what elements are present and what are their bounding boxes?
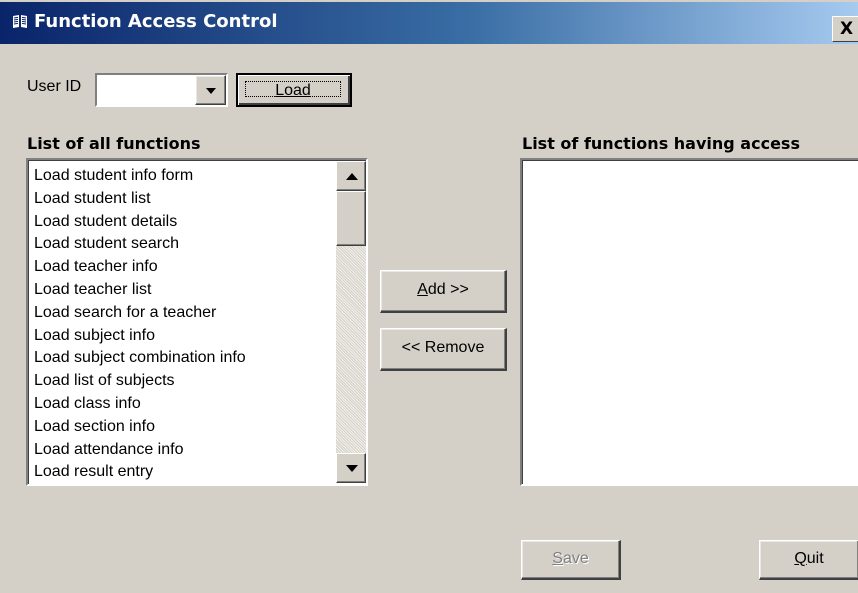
scroll-down-button[interactable] [336, 453, 366, 483]
arrow-up-icon [346, 173, 358, 180]
user-id-label: User ID [27, 78, 82, 95]
list-item[interactable]: Load subject combination info [34, 347, 334, 370]
access-functions-list[interactable] [520, 158, 858, 486]
arrow-down-icon [346, 465, 358, 472]
list-item[interactable]: Load class info [34, 393, 334, 416]
list-item[interactable]: Load section info [34, 416, 334, 439]
access-functions-label: List of functions having access [522, 134, 800, 153]
window-title: Function Access Control [34, 11, 278, 32]
close-icon: X [840, 19, 854, 39]
list-item[interactable]: Load student details [34, 211, 334, 234]
window-top-border [0, 0, 858, 2]
add-label: dd >> [427, 281, 469, 298]
add-button[interactable]: Add >> [380, 270, 507, 313]
load-button-label: Load [245, 81, 341, 99]
chevron-down-icon [205, 88, 216, 94]
list-item[interactable]: Load search for a teacher [34, 302, 334, 325]
scroll-up-button[interactable] [336, 161, 366, 191]
user-id-input[interactable] [97, 75, 195, 105]
list-item[interactable]: Load result entry [34, 461, 334, 484]
save-label: ave [562, 550, 589, 567]
all-functions-scrollbar[interactable] [336, 161, 366, 483]
close-button[interactable]: X [832, 16, 858, 42]
all-functions-label: List of all functions [27, 134, 201, 153]
load-button[interactable]: Load [236, 73, 352, 107]
list-item[interactable]: Load teacher info [34, 256, 334, 279]
quit-mnemonic: Q [794, 550, 807, 567]
user-id-dropdown-button[interactable] [195, 75, 226, 105]
book-icon [12, 13, 28, 29]
all-functions-items: Load student info form Load student list L… [34, 165, 334, 484]
save-button[interactable]: Save [521, 540, 621, 580]
user-id-combobox[interactable] [95, 73, 228, 107]
remove-button[interactable]: << Remove [380, 328, 507, 371]
title-bar: Function Access Control X [0, 0, 858, 44]
list-item[interactable]: Load attendance info [34, 439, 334, 462]
list-item[interactable]: Load teacher list [34, 279, 334, 302]
scroll-thumb[interactable] [336, 191, 366, 246]
quit-label: uit [806, 550, 824, 567]
remove-label: << Remove [401, 339, 485, 356]
list-item[interactable]: Load student list [34, 188, 334, 211]
all-functions-list[interactable]: Load student info form Load student list L… [26, 158, 368, 486]
list-item[interactable]: Load subject info [34, 325, 334, 348]
quit-button[interactable]: Quit [759, 540, 858, 580]
list-item[interactable]: Load list of subjects [34, 370, 334, 393]
list-item[interactable]: Load student search [34, 233, 334, 256]
save-mnemonic: S [552, 550, 563, 567]
list-item[interactable]: Load student info form [34, 165, 334, 188]
add-mnemonic: A [417, 281, 428, 298]
